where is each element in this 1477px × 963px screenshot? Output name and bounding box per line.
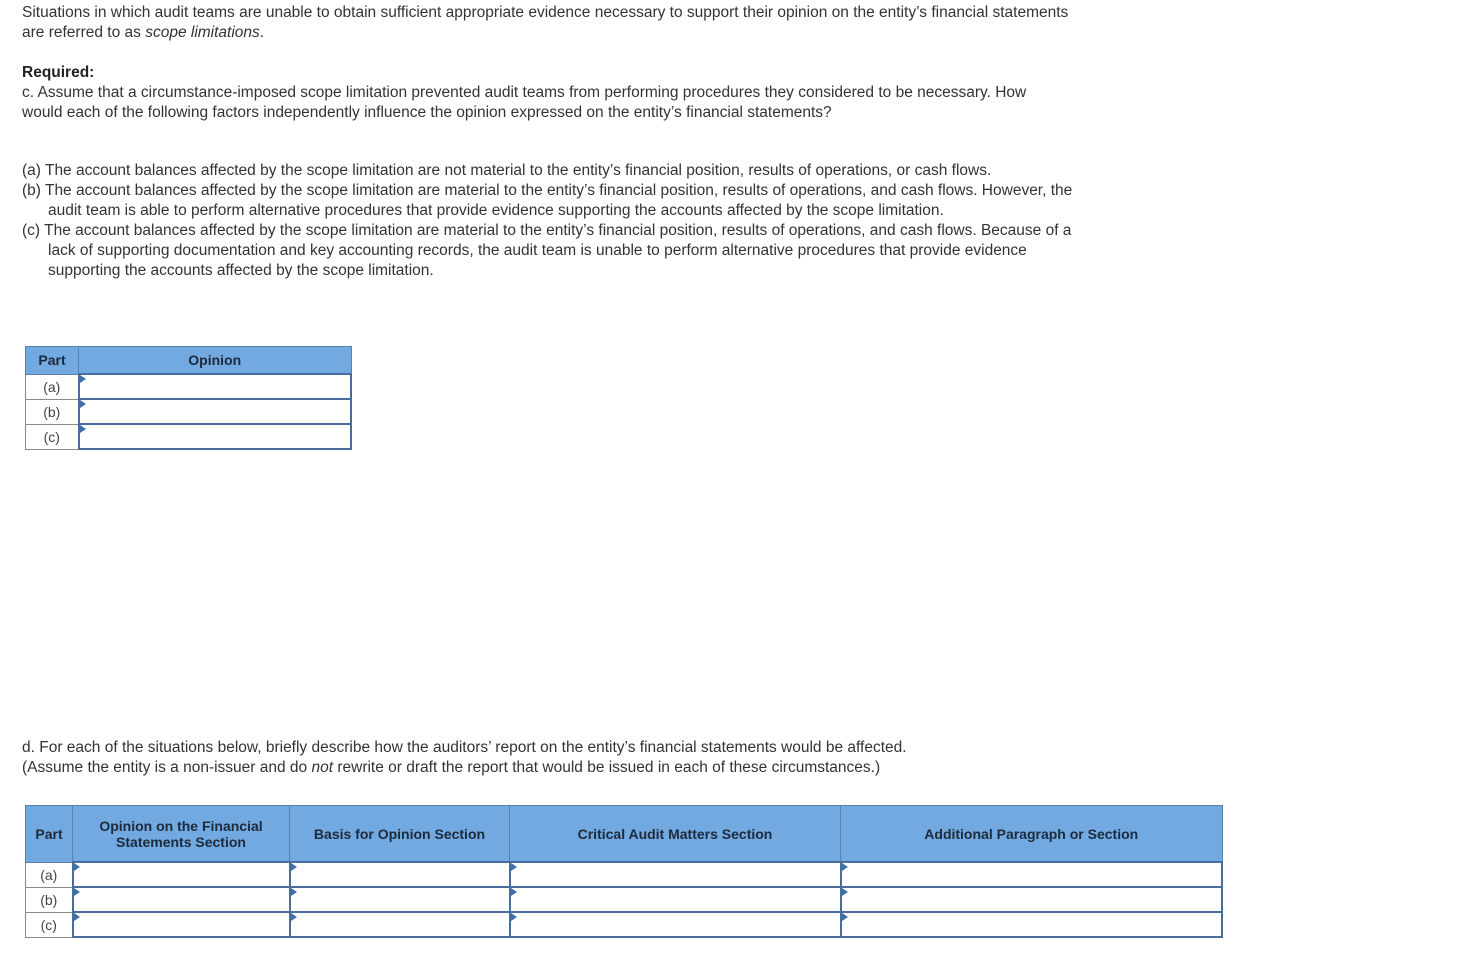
factor-b: (b) The account balances affected by the…	[22, 182, 1073, 219]
input-flag-icon	[841, 913, 848, 921]
part-d-italic: not	[311, 759, 334, 776]
header-cam-section: Critical Audit Matters Section	[509, 805, 841, 863]
basis-section-cell[interactable]	[288, 861, 511, 888]
additional-section-input-a[interactable]	[841, 863, 1221, 886]
cam-section-cell[interactable]	[508, 861, 842, 888]
part-label: (b)	[25, 398, 79, 425]
table-row: (c)	[25, 423, 352, 450]
additional-section-cell[interactable]	[839, 861, 1223, 888]
header-part: Part	[25, 346, 79, 375]
cam-section-cell[interactable]	[508, 886, 842, 913]
factor-c: (c) The account balances affected by the…	[22, 222, 1072, 279]
table-row: (a)	[25, 373, 352, 400]
table-row: (a)	[25, 861, 1223, 888]
input-flag-icon	[841, 863, 848, 871]
input-flag-icon	[510, 863, 517, 871]
opinion-section-input-b[interactable]	[73, 888, 289, 911]
header-part: Part	[25, 805, 73, 863]
opinion-input-c[interactable]	[79, 425, 350, 448]
input-flag-icon	[510, 913, 517, 921]
report-sections-table: Part Opinion on the Financial Statements…	[25, 805, 1223, 938]
part-label: (a)	[25, 373, 79, 400]
opinion-section-input-c[interactable]	[73, 913, 289, 936]
input-flag-icon	[73, 863, 80, 871]
opinion-section-cell[interactable]	[71, 861, 291, 888]
additional-section-cell[interactable]	[839, 886, 1223, 913]
part-label: (c)	[25, 911, 73, 938]
table-row: (b)	[25, 398, 352, 425]
basis-section-input-c[interactable]	[290, 913, 509, 936]
input-flag-icon	[290, 863, 297, 871]
additional-section-input-c[interactable]	[841, 913, 1221, 936]
intro-paragraph: Situations in which audit teams are unab…	[22, 3, 1082, 43]
part-d-line1: d. For each of the situations below, bri…	[22, 739, 907, 756]
basis-section-input-b[interactable]	[290, 888, 509, 911]
part-d-question: d. For each of the situations below, bri…	[22, 738, 1082, 778]
report-table-header: Part Opinion on the Financial Statements…	[25, 805, 1223, 863]
input-flag-icon	[79, 375, 86, 383]
basis-section-cell[interactable]	[288, 886, 511, 913]
input-flag-icon	[841, 888, 848, 896]
opinion-input-a[interactable]	[79, 375, 350, 398]
table-row: (b)	[25, 886, 1223, 913]
cam-section-input-a[interactable]	[510, 863, 840, 886]
part-d-text-end: rewrite or draft the report that would b…	[333, 759, 881, 776]
part-label: (c)	[25, 423, 79, 450]
opinion-cell-a[interactable]	[77, 373, 352, 400]
input-flag-icon	[73, 913, 80, 921]
input-flag-icon	[79, 400, 86, 408]
input-flag-icon	[510, 888, 517, 896]
header-additional-section: Additional Paragraph or Section	[840, 805, 1223, 863]
additional-section-cell[interactable]	[839, 911, 1223, 938]
part-label: (b)	[25, 886, 73, 913]
input-flag-icon	[290, 913, 297, 921]
basis-section-input-a[interactable]	[290, 863, 509, 886]
factor-a: (a) The account balances affected by the…	[22, 162, 992, 179]
basis-section-cell[interactable]	[288, 911, 511, 938]
input-flag-icon	[290, 888, 297, 896]
header-basis-section: Basis for Opinion Section	[289, 805, 510, 863]
factor-list: (a) The account balances affected by the…	[22, 161, 1092, 281]
part-d-line2: (Assume the entity is a non-issuer and d…	[22, 758, 1082, 778]
opinion-table: Part Opinion (a) (b) (c)	[25, 346, 352, 450]
opinion-table-header: Part Opinion	[25, 346, 352, 375]
header-opinion: Opinion	[78, 346, 352, 375]
opinion-cell-c[interactable]	[77, 423, 352, 450]
cam-section-input-b[interactable]	[510, 888, 840, 911]
cam-section-input-c[interactable]	[510, 913, 840, 936]
intro-text-end: .	[259, 24, 265, 41]
intro-italic-term: scope limitations	[145, 24, 260, 41]
part-d-text: (Assume the entity is a non-issuer and d…	[22, 759, 312, 776]
opinion-section-cell[interactable]	[71, 911, 291, 938]
part-label: (a)	[25, 861, 73, 888]
opinion-section-input-a[interactable]	[73, 863, 289, 886]
opinion-input-b[interactable]	[79, 400, 350, 423]
opinion-cell-b[interactable]	[77, 398, 352, 425]
cam-section-cell[interactable]	[508, 911, 842, 938]
additional-section-input-b[interactable]	[841, 888, 1221, 911]
input-flag-icon	[73, 888, 80, 896]
required-label: Required:	[22, 64, 95, 81]
input-flag-icon	[79, 425, 86, 433]
table-row: (c)	[25, 911, 1223, 938]
header-opinion-section: Opinion on the Financial Statements Sect…	[72, 805, 290, 863]
part-c-question: c. Assume that a circumstance-imposed sc…	[22, 84, 1027, 121]
opinion-section-cell[interactable]	[71, 886, 291, 913]
